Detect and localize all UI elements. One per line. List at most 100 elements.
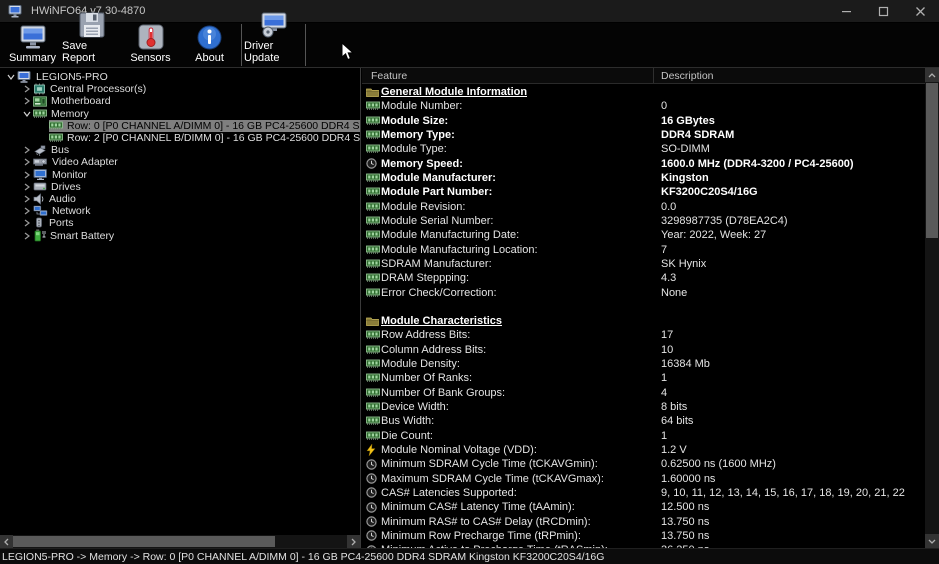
save-report-button[interactable]: Save Report <box>62 23 121 67</box>
tree-item-label: Monitor <box>52 169 87 181</box>
section-header-general-module-information[interactable]: General Module Information <box>362 85 925 99</box>
close-button[interactable] <box>902 0 939 22</box>
feature-row-device-width[interactable]: Device Width:8 bits <box>362 400 925 414</box>
chevron-right-icon[interactable] <box>20 158 33 166</box>
row-content[interactable]: Audio <box>33 193 76 205</box>
maximize-button[interactable] <box>865 0 902 22</box>
row-content[interactable]: Bus <box>33 144 69 156</box>
feature-row-module-type[interactable]: Module Type:SO-DIMM <box>362 142 925 156</box>
tree-horizontal-scrollbar[interactable] <box>0 535 360 548</box>
ram-icon <box>366 230 381 240</box>
scroll-down-arrow-icon[interactable] <box>925 534 939 548</box>
feature-row-module-serial-number[interactable]: Module Serial Number:3298987735 (D78EA2C… <box>362 214 925 228</box>
feature-row-minimum-sdram-cycle-time-tckavgmin[interactable]: Minimum SDRAM Cycle Time (tCKAVGmin):0.6… <box>362 457 925 471</box>
feature-row-column-address-bits[interactable]: Column Address Bits:10 <box>362 343 925 357</box>
feature-row-minimum-ras-to-cas-delay-trcdmin[interactable]: Minimum RAS# to CAS# Delay (tRCDmin):13.… <box>362 514 925 528</box>
row-content[interactable]: Network <box>33 205 91 217</box>
feature-row-minimum-cas-latency-time-taamin[interactable]: Minimum CAS# Latency Time (tAAmin):12.50… <box>362 500 925 514</box>
tree-item-drives[interactable]: Drives <box>0 181 360 193</box>
horizontal-scroll-thumb[interactable] <box>13 536 275 547</box>
tree-item-legion5-pro[interactable]: LEGION5-PRO <box>0 71 360 83</box>
ram-icon <box>366 345 381 355</box>
bus-icon <box>33 145 47 156</box>
feature-row-module-number[interactable]: Module Number:0 <box>362 99 925 113</box>
tree-item-ports[interactable]: Ports <box>0 217 360 229</box>
feature-row-minimum-row-precharge-time-trpmin[interactable]: Minimum Row Precharge Time (tRPmin):13.7… <box>362 529 925 543</box>
chevron-down-icon[interactable] <box>4 74 17 80</box>
feature-row-memory-type[interactable]: Memory Type:DDR4 SDRAM <box>362 128 925 142</box>
chevron-right-icon[interactable] <box>20 146 33 154</box>
summary-button[interactable]: Summary <box>3 23 62 67</box>
feature-label: Minimum CAS# Latency Time (tAAmin): <box>381 501 654 513</box>
selected-row-content[interactable]: Row: 0 [P0 CHANNEL A/DIMM 0] - 16 GB PC4… <box>49 120 360 132</box>
tree-item-bus[interactable]: Bus <box>0 144 360 156</box>
scroll-right-arrow-icon[interactable] <box>347 535 360 548</box>
chevron-right-icon[interactable] <box>20 219 33 227</box>
vertical-scroll-thumb[interactable] <box>926 83 938 238</box>
row-content[interactable]: Row: 2 [P0 CHANNEL B/DIMM 0] - 16 GB PC4… <box>49 132 360 144</box>
feature-row-die-count[interactable]: Die Count:1 <box>362 429 925 443</box>
tree-item-video-adapter[interactable]: Video Adapter <box>0 156 360 168</box>
feature-row-maximum-sdram-cycle-time-tckavgmax[interactable]: Maximum SDRAM Cycle Time (tCKAVGmax):1.6… <box>362 471 925 485</box>
feature-row-module-part-number[interactable]: Module Part Number:KF3200C20S4/16G <box>362 185 925 199</box>
feature-value: 3298987735 (D78EA2C4) <box>654 215 925 227</box>
tree-item-audio[interactable]: Audio <box>0 193 360 205</box>
sensors-button[interactable]: Sensors <box>121 23 180 67</box>
about-icon <box>197 24 222 50</box>
feature-row-module-density[interactable]: Module Density:16384 Mb <box>362 357 925 371</box>
feature-row-memory-speed[interactable]: Memory Speed:1600.0 MHz (DDR4-3200 / PC4… <box>362 157 925 171</box>
row-content[interactable]: Ports <box>33 217 74 229</box>
tree-item-monitor[interactable]: Monitor <box>0 169 360 181</box>
feature-row-dram-steppping[interactable]: DRAM Steppping:4.3 <box>362 271 925 285</box>
network-icon <box>33 205 48 217</box>
row-content[interactable]: Monitor <box>33 169 87 181</box>
row-content[interactable]: Motherboard <box>33 95 111 107</box>
feature-row-row-address-bits[interactable]: Row Address Bits:17 <box>362 328 925 342</box>
scroll-up-arrow-icon[interactable] <box>925 68 939 82</box>
feature-row-sdram-manufacturer[interactable]: SDRAM Manufacturer:SK Hynix <box>362 257 925 271</box>
feature-row-module-manufacturing-date[interactable]: Module Manufacturing Date:Year: 2022, We… <box>362 228 925 242</box>
about-button[interactable]: About <box>180 23 239 67</box>
tree-item-row-2-p0-channel-b-dimm-0-16-g[interactable]: Row: 2 [P0 CHANNEL B/DIMM 0] - 16 GB PC4… <box>0 132 360 144</box>
chevron-down-icon[interactable] <box>20 111 33 117</box>
feature-row-module-nominal-voltage-vdd[interactable]: Module Nominal Voltage (VDD):1.2 V <box>362 443 925 457</box>
row-content[interactable]: Memory <box>33 108 89 120</box>
driver-update-button[interactable]: Driver Update <box>244 23 303 67</box>
section-header-module-characteristics[interactable]: Module Characteristics <box>362 314 925 328</box>
ram-icon <box>366 259 381 269</box>
tree-item-row-0-p0-channel-a-dimm-0-16-g[interactable]: Row: 0 [P0 CHANNEL A/DIMM 0] - 16 GB PC4… <box>0 120 360 132</box>
row-content[interactable]: Smart Battery <box>33 229 114 241</box>
row-content[interactable]: Drives <box>33 181 81 193</box>
minimize-button[interactable] <box>828 0 865 22</box>
chevron-right-icon[interactable] <box>20 232 33 240</box>
feature-column-header[interactable]: Feature <box>362 68 654 83</box>
feature-row-cas-latencies-supported[interactable]: CAS# Latencies Supported:9, 10, 11, 12, … <box>362 486 925 500</box>
chevron-right-icon[interactable] <box>20 183 33 191</box>
chevron-right-icon[interactable] <box>20 171 33 179</box>
chevron-right-icon[interactable] <box>20 97 33 105</box>
tree-item-motherboard[interactable]: Motherboard <box>0 95 360 107</box>
feature-row-number-of-bank-groups[interactable]: Number Of Bank Groups:4 <box>362 386 925 400</box>
chevron-right-icon[interactable] <box>20 207 33 215</box>
tree-item-central-processor-s-[interactable]: Central Processor(s) <box>0 83 360 95</box>
feature-row-module-revision[interactable]: Module Revision:0.0 <box>362 200 925 214</box>
row-content[interactable]: LEGION5-PRO <box>17 71 108 83</box>
feature-row-module-size[interactable]: Module Size:16 GBytes <box>362 114 925 128</box>
tree-item-smart-battery[interactable]: Smart Battery <box>0 229 360 241</box>
scroll-left-arrow-icon[interactable] <box>0 535 13 548</box>
row-content[interactable]: Central Processor(s) <box>33 83 146 95</box>
chevron-right-icon[interactable] <box>20 195 33 203</box>
feature-vertical-scrollbar[interactable] <box>925 68 939 548</box>
tree-item-memory[interactable]: Memory <box>0 108 360 120</box>
tree-item-network[interactable]: Network <box>0 205 360 217</box>
feature-label: Device Width: <box>381 401 654 413</box>
feature-row-module-manufacturer[interactable]: Module Manufacturer:Kingston <box>362 171 925 185</box>
feature-row-bus-width[interactable]: Bus Width:64 bits <box>362 414 925 428</box>
feature-row-module-manufacturing-location[interactable]: Module Manufacturing Location:7 <box>362 242 925 256</box>
feature-row-error-check-correction[interactable]: Error Check/Correction:None <box>362 285 925 299</box>
feature-row-number-of-ranks[interactable]: Number Of Ranks:1 <box>362 371 925 385</box>
chevron-right-icon[interactable] <box>20 85 33 93</box>
description-column-header[interactable]: Description <box>654 68 925 83</box>
ram-icon <box>366 101 381 111</box>
row-content[interactable]: Video Adapter <box>33 156 118 168</box>
